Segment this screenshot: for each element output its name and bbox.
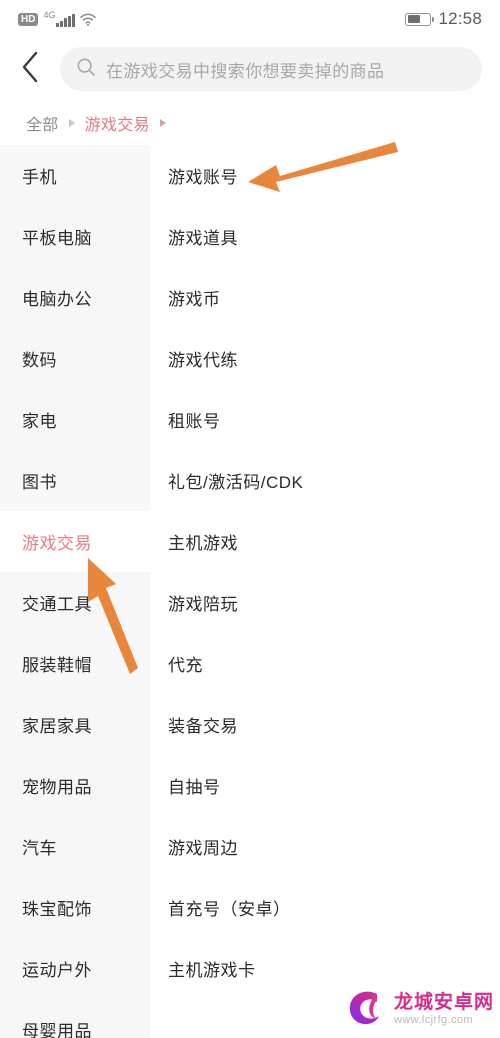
subcategory-item-label: 游戏币 [168,290,221,309]
status-bar-right: 12:58 [405,9,482,29]
subcategory-item-label: 装备交易 [168,717,238,736]
signal-bars-glyph [56,14,75,27]
sidebar-item[interactable]: 运动户外 [0,938,150,999]
subcategory-item-label: 首充号（安卓） [168,900,291,919]
back-chevron-icon [19,50,41,89]
subcategory-item-label: 租账号 [168,412,221,431]
subcategory-item[interactable]: 礼包/激活码/CDK [150,450,500,511]
watermark: 龙城安卓网 www.lcjrfg.com [344,985,494,1034]
sidebar-item-label: 运动户外 [22,961,92,980]
breadcrumb: 全部 游戏交易 [0,100,500,145]
signal-bars-icon: 4G [43,11,75,27]
status-bar: HD 4G 12:58 [0,0,500,38]
status-bar-clock: 12:58 [438,9,482,28]
sidebar-item-label: 手机 [22,168,57,187]
wifi-icon [80,13,96,26]
network-type-label: 4G [43,10,56,20]
sidebar-item[interactable]: 家电 [0,389,150,450]
subcategory-item-label: 游戏道具 [168,229,238,248]
sidebar-item-label: 游戏交易 [22,534,92,553]
subcategory-item[interactable]: 租账号 [150,389,500,450]
battery-icon [405,12,435,26]
subcategory-item[interactable]: 主机游戏 [150,511,500,572]
category-browser: 手机平板电脑电脑办公数码家电图书游戏交易交通工具服装鞋帽家居家具宠物用品汽车珠宝… [0,145,500,1038]
subcategory-list[interactable]: 游戏账号游戏道具游戏币游戏代练租账号礼包/激活码/CDK 主机游戏游戏陪玩代充装备… [150,145,500,1038]
sidebar-item[interactable]: 宠物用品 [0,755,150,816]
watermark-text: 龙城安卓网 www.lcjrfg.com [394,993,494,1026]
subcategory-item[interactable]: 游戏币 [150,267,500,328]
subcategory-item[interactable]: 代充 [150,633,500,694]
sidebar-item-label: 图书 [22,473,57,492]
sidebar-item-label: 珠宝配饰 [22,900,92,919]
sidebar-item[interactable]: 数码 [0,328,150,389]
sidebar-item-label: 交通工具 [22,595,92,614]
sidebar-item[interactable]: 珠宝配饰 [0,877,150,938]
breadcrumb-item-game-trade[interactable]: 游戏交易 [85,111,150,135]
sidebar-item-label: 数码 [22,351,57,370]
sidebar-item[interactable]: 交通工具 [0,572,150,633]
subcategory-item-label: 游戏陪玩 [168,595,238,614]
app-root: HD 4G 12:58 在游戏交易中搜索你想要卖掉的商品 全部 游戏交易 手机 … [0,0,500,1038]
subcategory-item-label: 主机游戏 [168,534,238,553]
subcategory-item-label: 主机游戏卡 [168,961,256,980]
sidebar-item[interactable]: 电脑办公 [0,267,150,328]
subcategory-item[interactable]: 自抽号 [150,755,500,816]
watermark-site-name: 龙城安卓网 [393,992,494,1013]
sidebar-item[interactable]: 图书 [0,450,150,511]
dragon-c-logo-icon [344,985,388,1034]
sidebar-item[interactable]: 家居家具 [0,694,150,755]
back-button[interactable] [0,38,60,100]
sidebar-item[interactable]: 汽车 [0,816,150,877]
subcategory-item[interactable]: 游戏周边 [150,816,500,877]
subcategory-item[interactable]: 游戏陪玩 [150,572,500,633]
sidebar-item[interactable]: 服装鞋帽 [0,633,150,694]
subcategory-item-label: 礼包/激活码/CDK [168,473,304,492]
sidebar-item-label: 母婴用品 [22,1022,92,1038]
hd-icon: HD [18,12,39,26]
subcategory-item[interactable]: 游戏账号 [150,145,500,206]
subcategory-item-label: 自抽号 [168,778,221,797]
subcategory-item-label: 游戏代练 [168,351,238,370]
sidebar-item[interactable]: 手机 [0,145,150,206]
sidebar-item[interactable]: 游戏交易 [0,511,150,572]
subcategory-item[interactable]: 首充号（安卓） [150,877,500,938]
subcategory-item[interactable]: 装备交易 [150,694,500,755]
status-bar-left: HD 4G [18,11,96,27]
sidebar-item-label: 服装鞋帽 [22,656,92,675]
subcategory-item-label: 游戏周边 [168,839,238,858]
caret-right-icon [159,118,166,127]
search-header: 在游戏交易中搜索你想要卖掉的商品 [0,38,500,100]
search-placeholder-text: 在游戏交易中搜索你想要卖掉的商品 [106,61,385,81]
sidebar-item-label: 电脑办公 [22,290,92,309]
sidebar-item-label: 家居家具 [22,717,92,736]
subcategory-item-label: 游戏账号 [168,168,238,187]
sidebar-item-label: 平板电脑 [22,229,92,248]
search-input[interactable]: 在游戏交易中搜索你想要卖掉的商品 [60,47,482,91]
sidebar-item-label: 家电 [22,412,57,431]
watermark-site-url: www.lcjrfg.com [393,1014,473,1026]
search-icon [76,57,96,82]
subcategory-item[interactable]: 游戏道具 [150,206,500,267]
subcategory-item[interactable]: 游戏代练 [150,328,500,389]
caret-right-icon [68,118,75,127]
category-sidebar[interactable]: 手机平板电脑电脑办公数码家电图书游戏交易交通工具服装鞋帽家居家具宠物用品汽车珠宝… [0,145,150,1038]
subcategory-item-label: 代充 [168,656,203,675]
breadcrumb-item-all[interactable]: 全部 [26,111,59,135]
sidebar-item[interactable]: 母婴用品 [0,999,150,1038]
sidebar-item-label: 宠物用品 [22,778,92,797]
sidebar-item-label: 汽车 [22,839,57,858]
sidebar-item[interactable]: 平板电脑 [0,206,150,267]
